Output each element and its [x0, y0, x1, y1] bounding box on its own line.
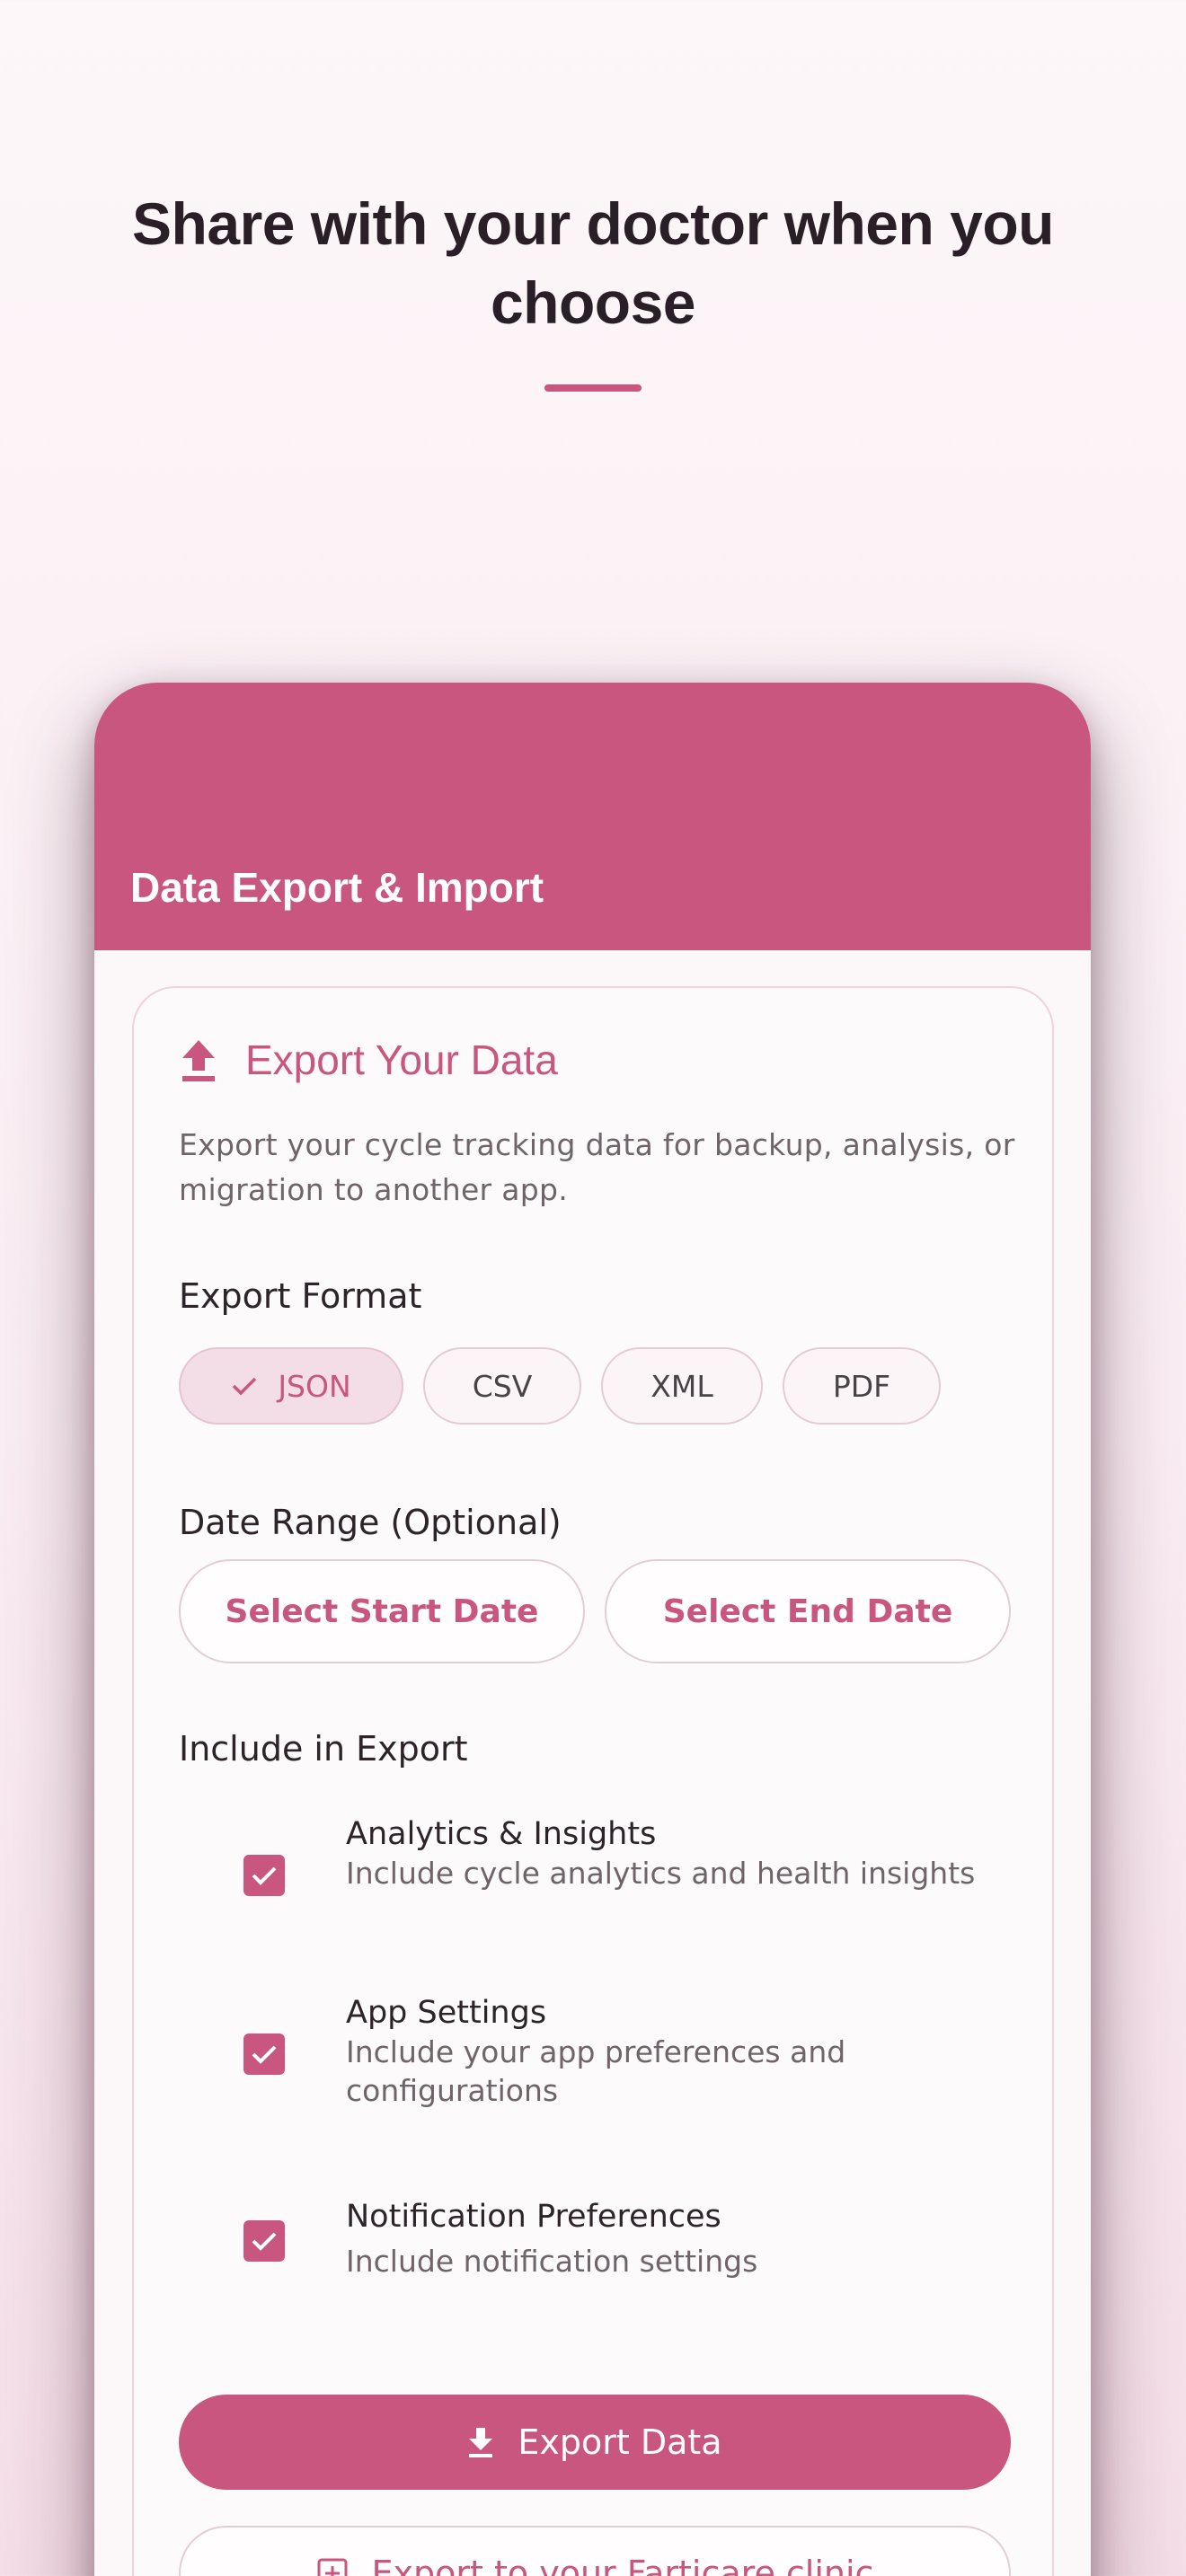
export-to-clinic-button[interactable]: Export to your Farticare clinic [179, 2526, 1011, 2576]
include-option-app-settings[interactable]: App Settings Include your app preference… [179, 1993, 1014, 2119]
export-description: Export your cycle tracking data for back… [179, 1127, 1015, 1207]
upload-icon [182, 1040, 215, 1081]
app-bar-title: Data Export & Import [130, 864, 544, 911]
export-section-header: Export Your Data [179, 1033, 558, 1087]
export-format-label: Export Format [179, 1276, 422, 1316]
option-subtitle: Include cycle analytics and health insig… [346, 1856, 976, 1891]
option-title: Analytics & Insights [346, 1816, 657, 1852]
include-in-export-label: Include in Export [179, 1729, 468, 1769]
option-subtitle: Include your app preferences and configu… [346, 2034, 846, 2108]
date-range-row: Select Start Date Select End Date [179, 1559, 1011, 1663]
format-chip-xml[interactable]: XML [601, 1347, 763, 1425]
format-chip-json[interactable]: JSON [179, 1347, 403, 1425]
format-chip-group: JSON CSV XML PDF [179, 1347, 941, 1425]
phone-frame: Data Export & Import Export Your Data Ex… [94, 683, 1091, 2576]
hero-underline [544, 384, 642, 392]
export-to-clinic-label: Export to your Farticare clinic [371, 2554, 874, 2576]
export-data-button[interactable]: Export Data [179, 2395, 1011, 2490]
select-start-date-button[interactable]: Select Start Date [179, 1559, 585, 1663]
option-title: Notification Preferences [346, 2199, 721, 2235]
format-chip-label: XML [651, 1368, 713, 1404]
export-section-title: Export Your Data [245, 1037, 558, 1083]
include-option-notifications[interactable]: Notification Preferences Include notific… [179, 2197, 1014, 2287]
app-bar: Data Export & Import [94, 683, 1091, 950]
checkmark-icon [252, 2045, 277, 2064]
checkbox-analytics[interactable] [243, 1855, 285, 1896]
checkbox-notifications[interactable] [243, 2220, 285, 2262]
select-end-date-button[interactable]: Select End Date [605, 1559, 1011, 1663]
format-chip-csv[interactable]: CSV [423, 1347, 581, 1425]
include-option-analytics[interactable]: Analytics & Insights Include cycle analy… [179, 1814, 1014, 1940]
hero-title: Share with your doctor when you choose [132, 190, 1054, 336]
check-icon [233, 1377, 257, 1396]
option-title: App Settings [346, 1995, 547, 2031]
date-range-label: Date Range (Optional) [179, 1503, 562, 1542]
download-icon [469, 2428, 493, 2457]
checkbox-app-settings[interactable] [243, 2033, 285, 2075]
checkmark-icon [252, 2232, 277, 2251]
format-chip-pdf[interactable]: PDF [783, 1347, 941, 1425]
format-chip-label: JSON [278, 1368, 351, 1404]
export-card: Export Your Data Export your cycle track… [132, 986, 1054, 2576]
option-subtitle: Include notification settings [346, 2244, 758, 2279]
export-data-label: Export Data [518, 2422, 722, 2462]
checkmark-icon [252, 1866, 277, 1885]
format-chip-label: CSV [472, 1368, 533, 1404]
format-chip-label: PDF [832, 1368, 891, 1404]
clinic-icon [317, 2558, 348, 2576]
